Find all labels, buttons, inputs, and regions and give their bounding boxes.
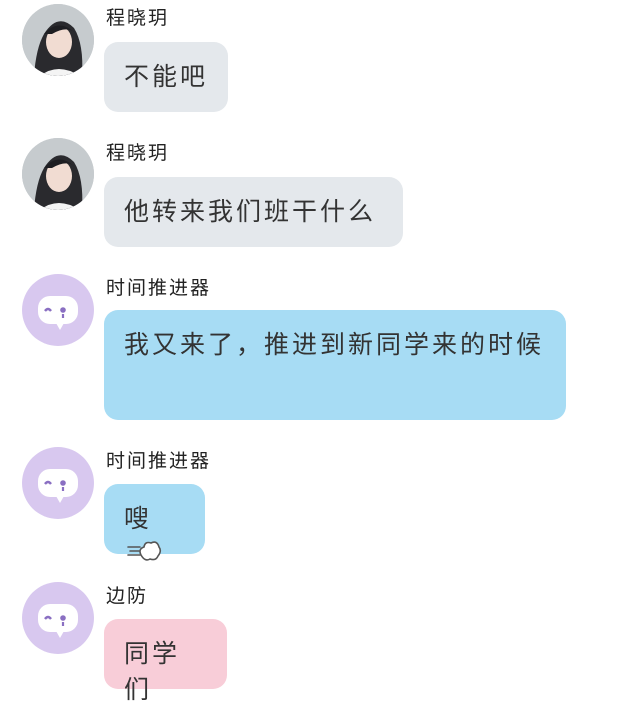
message-text: 嗖 [124,504,153,533]
message-bubble[interactable]: 我又来了，推进到新同学来的时候 [104,310,566,420]
message-text: 同学们 [124,639,181,704]
girl-photo-avatar[interactable] [22,4,94,76]
message-bubble[interactable]: 嗖 [104,484,205,561]
sender-name: 程晓玥 [106,142,170,164]
sender-name: 程晓玥 [106,7,170,29]
sender-name: 时间推进器 [106,277,212,299]
message-text: 不能吧 [124,62,209,91]
message-bubble[interactable]: 他转来我们班干什么 [104,177,403,247]
message-bubble[interactable]: 同学们 [104,619,227,704]
sender-name: 边防 [106,585,149,607]
message-text: 我又来了，推进到新同学来的时候 [124,330,545,359]
chat-bubble-avatar[interactable] [22,582,94,654]
dash-puff-icon [126,537,162,575]
sender-name: 时间推进器 [106,450,212,472]
message-text: 他转来我们班干什么 [124,197,377,226]
chat-bubble-avatar[interactable] [22,274,94,346]
girl-photo-avatar[interactable] [22,138,94,210]
message-bubble[interactable]: 不能吧 [104,42,228,112]
chat-bubble-avatar[interactable] [22,447,94,519]
